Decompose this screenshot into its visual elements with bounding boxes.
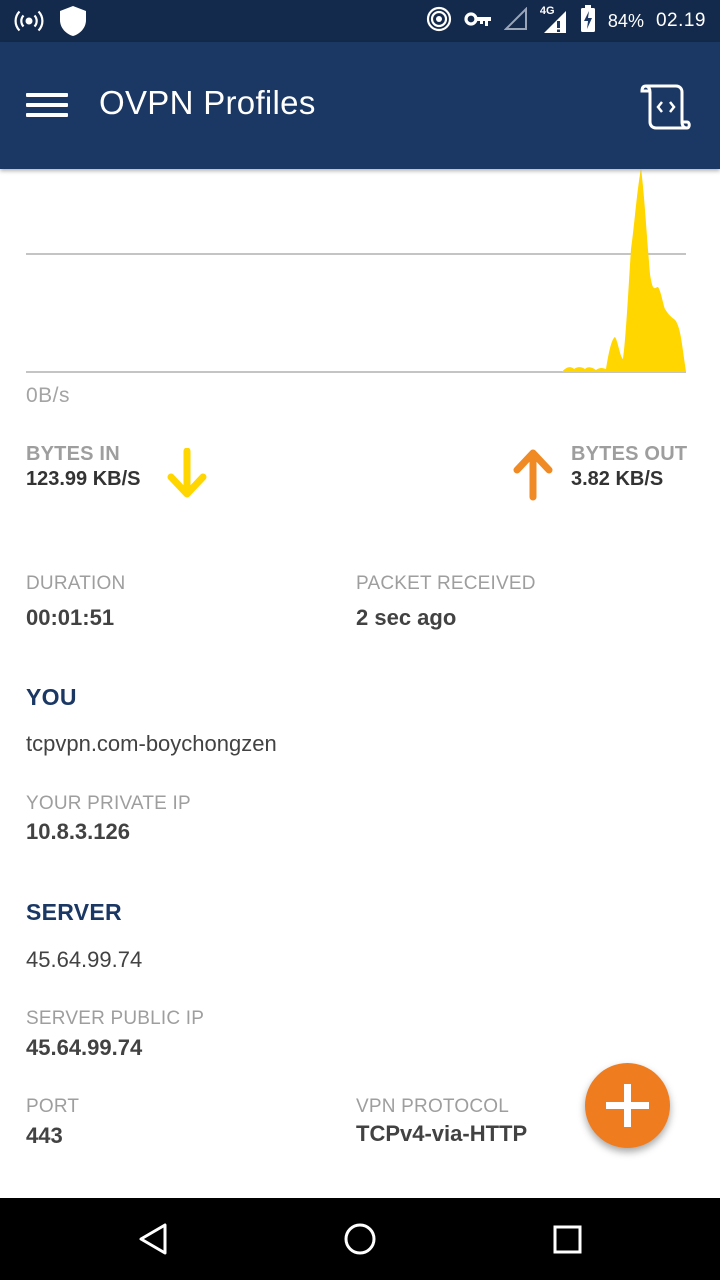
battery-percent: 84% xyxy=(607,10,644,31)
home-icon[interactable] xyxy=(328,1212,392,1266)
log-scroll-icon[interactable] xyxy=(640,82,692,132)
page-title: OVPN Profiles xyxy=(99,84,316,121)
vpn-protocol-value: TCPv4-via-HTTP xyxy=(356,1121,528,1146)
bytes-in-label: BYTES IN xyxy=(26,443,120,465)
add-profile-button[interactable] xyxy=(585,1063,670,1148)
duration-value: 00:01:51 xyxy=(26,605,115,630)
arrow-down-icon xyxy=(166,447,208,505)
clock: 02.19 xyxy=(655,10,706,31)
port-value: 443 xyxy=(26,1123,63,1148)
signal-empty-icon xyxy=(503,6,528,36)
port-label: PORT xyxy=(26,1096,80,1117)
profile-name: tcpvpn.com-boychongzen xyxy=(26,731,277,756)
server-public-ip-label: SERVER PUBLIC IP xyxy=(26,1008,205,1029)
server-name: 45.64.99.74 xyxy=(26,947,143,972)
navigation-bar xyxy=(0,1198,720,1280)
bytes-in-area xyxy=(562,169,686,372)
shield-icon xyxy=(58,5,88,42)
bytes-out-label: BYTES OUT xyxy=(571,443,688,465)
private-ip-value: 10.8.3.126 xyxy=(26,819,130,844)
bytes-in-value: 123.99 KB/S xyxy=(26,468,141,490)
graph-zero-label: 0B/s xyxy=(26,384,71,407)
recents-icon[interactable] xyxy=(535,1212,599,1266)
hamburger-menu-icon[interactable] xyxy=(22,86,72,124)
vpn-key-icon xyxy=(464,10,492,33)
server-heading: SERVER xyxy=(26,899,122,925)
packet-received-label: PACKET RECEIVED xyxy=(356,573,536,594)
bytes-out-value: 3.82 KB/S xyxy=(571,468,664,490)
packet-received-value: 2 sec ago xyxy=(356,605,457,630)
duration-label: DURATION xyxy=(26,573,126,594)
status-bar: 4G 84% 02.19 xyxy=(0,0,720,42)
battery-charging-icon xyxy=(580,4,596,38)
hotspot-icon xyxy=(426,6,452,37)
server-public-ip-value: 45.64.99.74 xyxy=(26,1035,143,1060)
vpn-protocol-label: VPN PROTOCOL xyxy=(356,1096,510,1117)
broadcast-icon xyxy=(14,6,44,41)
you-heading: YOU xyxy=(26,684,77,710)
signal-4g-icon: 4G xyxy=(540,5,568,35)
back-icon[interactable] xyxy=(121,1212,185,1266)
traffic-graph xyxy=(0,169,720,379)
private-ip-label: YOUR PRIVATE IP xyxy=(26,793,191,814)
arrow-up-icon xyxy=(512,447,554,506)
app-bar: OVPN Profiles xyxy=(0,42,720,169)
